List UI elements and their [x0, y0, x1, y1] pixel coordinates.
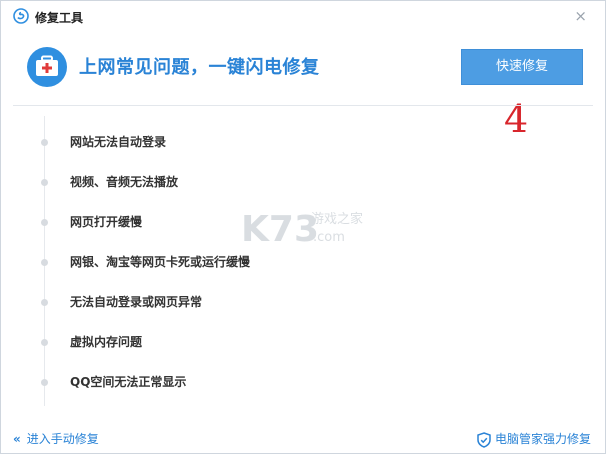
bullet-dot	[41, 219, 48, 226]
manual-repair-link[interactable]: « 进入手动修复	[13, 430, 99, 447]
bullet-dot	[41, 379, 48, 386]
site-watermark: K73 游戏之家 .com	[241, 209, 363, 250]
watermark-text: K73	[241, 209, 319, 250]
issue-label: 视频、音频无法播放	[70, 175, 179, 189]
issue-label: 网页打开缓慢	[70, 215, 143, 229]
page-headline: 上网常见问题，一键闪电修复	[79, 57, 320, 78]
window-title: 修复工具	[35, 11, 84, 25]
bullet-dot	[41, 339, 48, 346]
issue-label: 无法自动登录或网页异常	[70, 295, 203, 309]
list-item: 视频、音频无法播放	[1, 170, 561, 194]
close-icon[interactable]: ×	[574, 7, 587, 25]
brand-label: 电脑管家强力修复	[494, 432, 591, 446]
issue-label: 网站无法自动登录	[70, 135, 167, 149]
issue-label: QQ空间无法正常显示	[70, 375, 187, 389]
list-item: 虚拟内存问题	[1, 330, 561, 354]
first-aid-kit-icon	[27, 47, 67, 87]
bullet-dot	[41, 259, 48, 266]
double-chevron-left-icon: «	[13, 432, 21, 446]
title-bar: 修复工具 ×	[1, 1, 605, 33]
watermark-url: .com	[313, 230, 345, 245]
issue-label: 网银、淘宝等网页卡死或运行缓慢	[70, 255, 251, 269]
watermark-sub: 游戏之家	[311, 211, 363, 227]
manual-repair-label: 进入手动修复	[26, 432, 99, 446]
scroll-area	[597, 106, 605, 416]
issue-label: 虚拟内存问题	[70, 335, 143, 349]
quick-repair-button[interactable]: 快速修复	[461, 49, 583, 85]
repair-tool-window: 修复工具 × 上网常见问题，一键闪电修复 快速修复 4 网站无法自动登录 视频、…	[0, 0, 606, 454]
footer: « 进入手动修复 电脑管家强力修复	[1, 426, 605, 452]
list-item: 网站无法自动登录	[1, 130, 561, 154]
issue-list: 网站无法自动登录 视频、音频无法播放 网页打开缓慢 网银、淘宝等网页卡死或运行缓…	[1, 106, 605, 416]
app-logo-icon	[13, 8, 29, 24]
bullet-dot	[41, 299, 48, 306]
list-item: QQ空间无法正常显示	[1, 370, 561, 394]
bullet-dot	[41, 179, 48, 186]
brand-note: 电脑管家强力修复	[477, 430, 591, 448]
bullet-dot	[41, 139, 48, 146]
header: 上网常见问题，一键闪电修复 快速修复 4	[1, 33, 605, 139]
shield-check-icon	[477, 431, 491, 448]
list-item: 无法自动登录或网页异常	[1, 290, 561, 314]
